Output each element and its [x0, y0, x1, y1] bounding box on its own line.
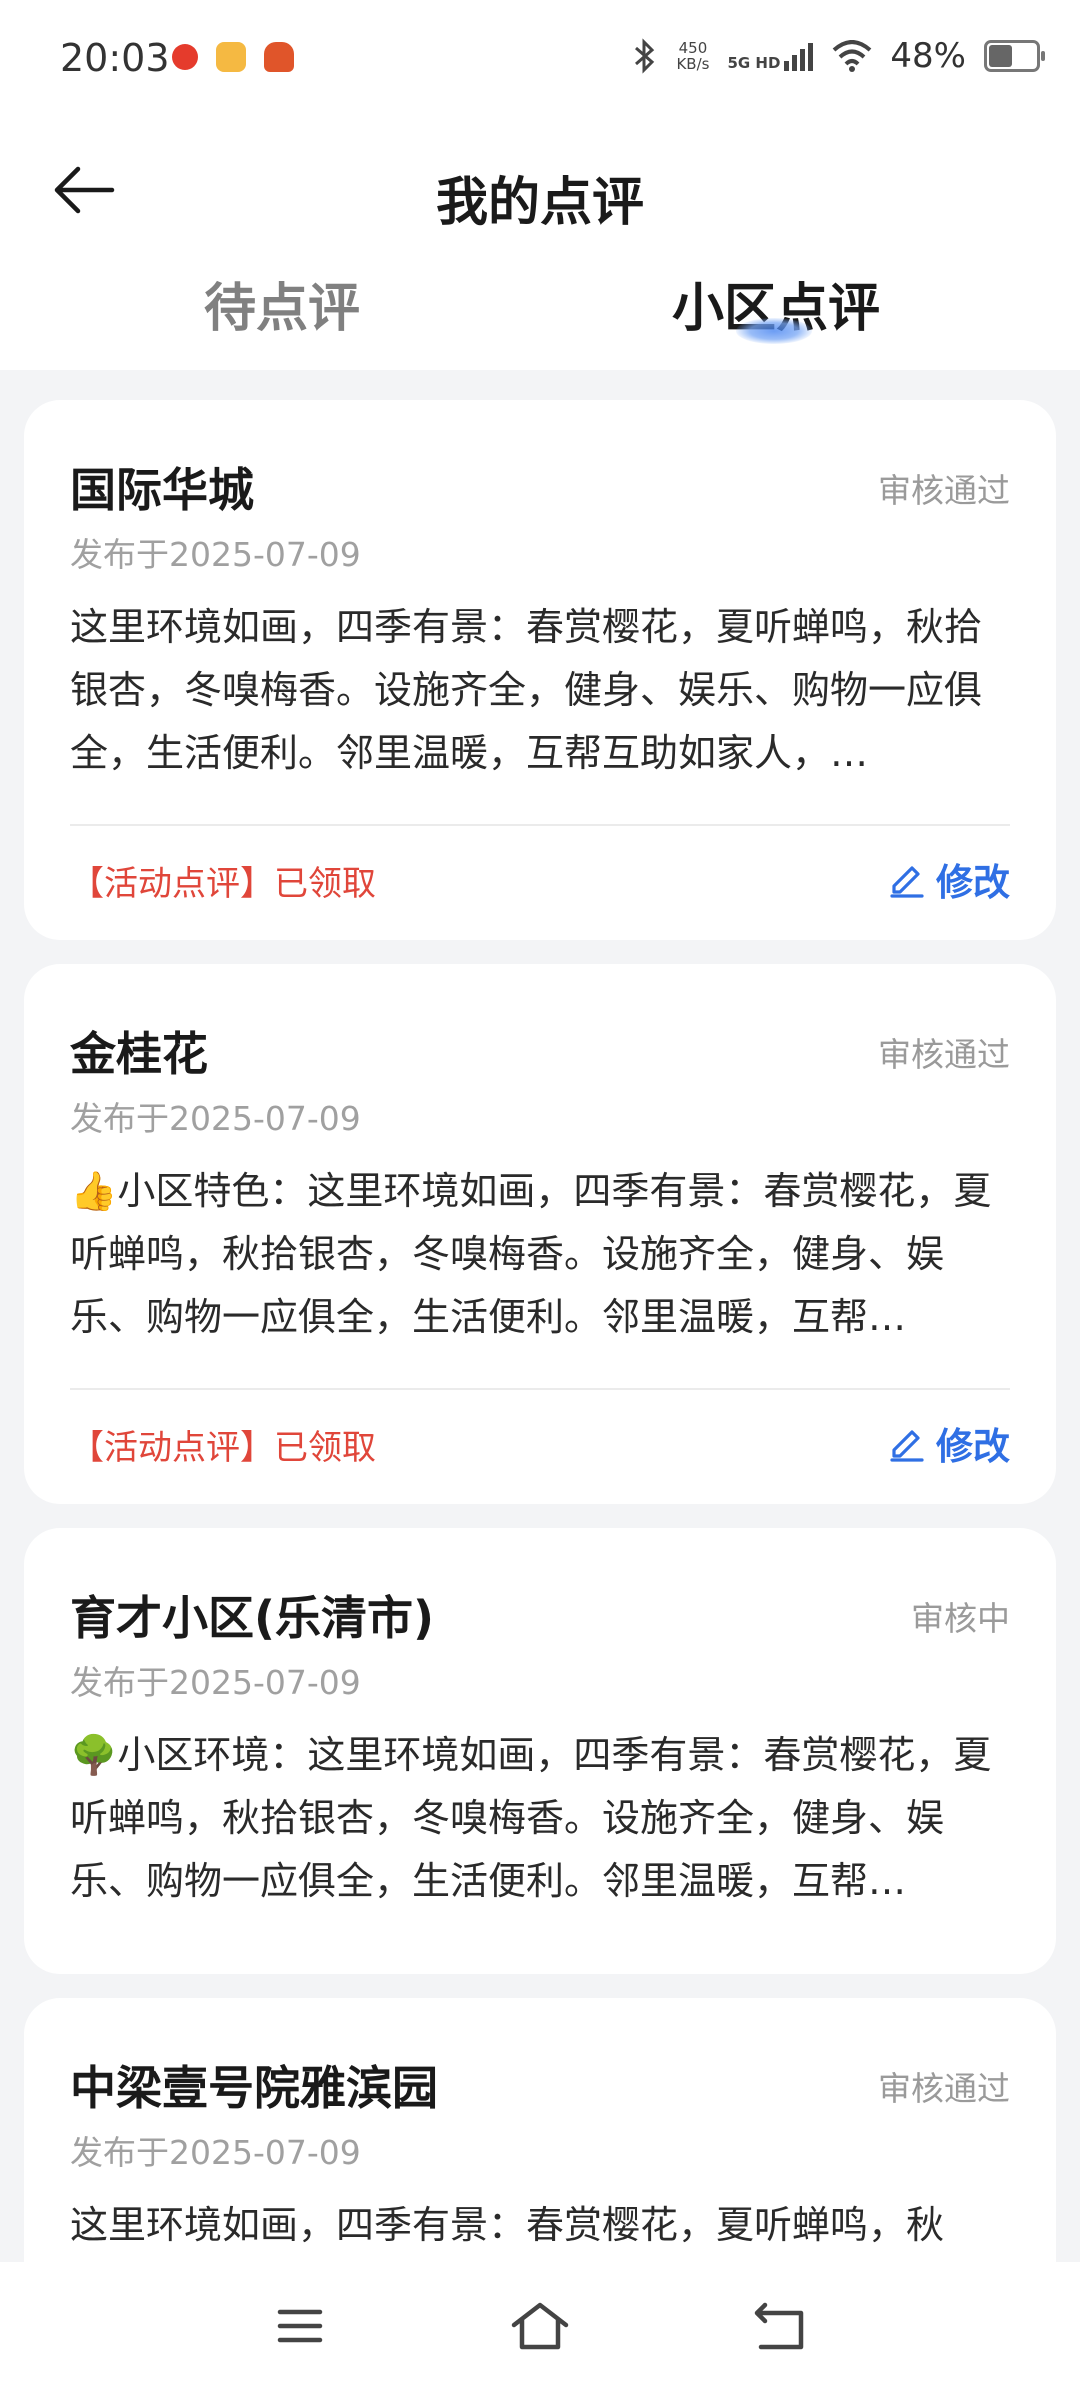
back-nav-button[interactable]: [750, 2296, 810, 2356]
publish-date: 发布于2025-07-09: [70, 1099, 361, 1138]
signal-icon: [784, 43, 814, 71]
menu-icon: [277, 2309, 323, 2343]
video-app-icon: [216, 42, 246, 72]
community-name: 国际华城: [70, 463, 254, 517]
cellular-signal: 5G HD: [727, 41, 814, 71]
bluetooth-icon: [635, 38, 655, 74]
back-icon: [754, 2302, 804, 2350]
home-icon: [511, 2302, 569, 2350]
review-status: 审核通过: [878, 2069, 1010, 2108]
community-name: 育才小区(乐清市): [70, 1591, 435, 1645]
review-text: 这里环境如画，四季有景：春赏樱花，夏听蝉鸣，秋: [70, 2203, 945, 2247]
community-name: 中梁壹号院雅滨园: [70, 2061, 438, 2115]
edit-button[interactable]: 修改: [888, 1416, 1010, 1470]
active-tab-indicator: [736, 318, 812, 344]
review-text: 这里环境如画，四季有景：春赏樱花，夏听蝉鸣，秋拾银杏，冬嗅梅香。设施齐全，健身、…: [70, 605, 983, 775]
page-title: 我的点评: [435, 173, 644, 233]
review-status: 审核通过: [878, 471, 1010, 510]
edit-pencil-icon: [890, 1430, 924, 1462]
network-label: 5G HD: [727, 54, 781, 72]
edit-pencil-icon: [890, 866, 924, 898]
edit-label: 修改: [936, 1425, 1010, 1468]
status-bar: 20:03 450 KB/s 5G HD 48%: [0, 0, 1080, 120]
divider: [70, 824, 1010, 826]
header: 我的点评 待点评 小区点评: [0, 120, 1080, 370]
wifi-icon: [833, 40, 872, 72]
status-time: 20:03: [60, 36, 170, 80]
notification-icons: [172, 42, 294, 72]
review-text: 🌳小区环境：这里环境如画，四季有景：春赏樱花，夏听蝉鸣，秋拾银杏，冬嗅梅香。设施…: [70, 1733, 992, 1903]
edit-label: 修改: [936, 861, 1010, 904]
publish-date: 发布于2025-07-09: [70, 2133, 361, 2172]
app-notification-icon: [172, 44, 198, 70]
review-card[interactable]: 国际华城 审核通过 发布于2025-07-09 这里环境如画，四季有景：春赏樱花…: [24, 400, 1056, 940]
review-card[interactable]: 育才小区(乐清市) 审核中 发布于2025-07-09 🌳小区环境：这里环境如画…: [24, 1528, 1056, 1974]
status-right: 450 KB/s 5G HD 48%: [632, 36, 1045, 76]
publish-date: 发布于2025-07-09: [70, 535, 361, 574]
edit-button[interactable]: 修改: [888, 852, 1010, 906]
game-app-icon: [264, 42, 294, 72]
activity-badge: 【活动点评】已领取: [70, 864, 376, 904]
system-nav-bar: [0, 2262, 1080, 2388]
review-status: 审核中: [911, 1599, 1010, 1638]
home-button[interactable]: [510, 2296, 570, 2356]
net-speed: 450 KB/s: [676, 40, 709, 72]
divider: [70, 1388, 1010, 1390]
community-name: 金桂花: [70, 1027, 208, 1081]
net-speed-unit: KB/s: [676, 55, 710, 73]
publish-date: 发布于2025-07-09: [70, 1663, 361, 1702]
net-speed-value: 450: [678, 39, 708, 57]
activity-badge: 【活动点评】已领取: [70, 1428, 376, 1468]
recent-apps-button[interactable]: [270, 2296, 330, 2356]
review-text: 👍小区特色：这里环境如画，四季有景：春赏樱花，夏听蝉鸣，秋拾银杏，冬嗅梅香。设施…: [70, 1169, 992, 1339]
battery-icon: [984, 40, 1045, 72]
battery-percent: 48%: [890, 36, 966, 76]
tab-pending-reviews[interactable]: 待点评: [204, 266, 360, 341]
review-status: 审核通过: [878, 1035, 1010, 1074]
review-card[interactable]: 金桂花 审核通过 发布于2025-07-09 👍小区特色：这里环境如画，四季有景…: [24, 964, 1056, 1504]
